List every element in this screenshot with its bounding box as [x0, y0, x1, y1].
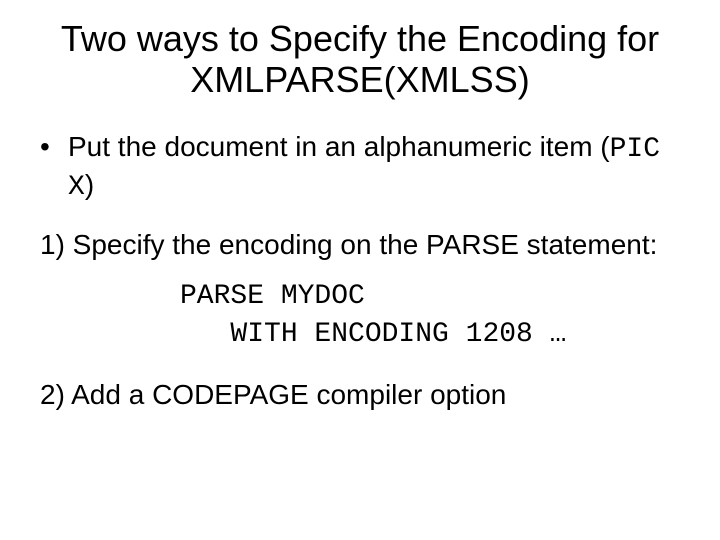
- numbered-item-1: 1) Specify the encoding on the PARSE sta…: [40, 227, 680, 262]
- slide: Two ways to Specify the Encoding for XML…: [0, 0, 720, 540]
- bullet-text-suffix: ): [85, 169, 94, 200]
- numbered-item-2: 2) Add a CODEPAGE compiler option: [40, 377, 680, 412]
- code-block: PARSE MYDOC WITH ENCODING 1208 …: [40, 278, 680, 354]
- bullet-item: Put the document in an alphanumeric item…: [40, 129, 680, 205]
- slide-title: Two ways to Specify the Encoding for XML…: [40, 18, 680, 101]
- bullet-text-prefix: Put the document in an alphanumeric item…: [68, 131, 610, 162]
